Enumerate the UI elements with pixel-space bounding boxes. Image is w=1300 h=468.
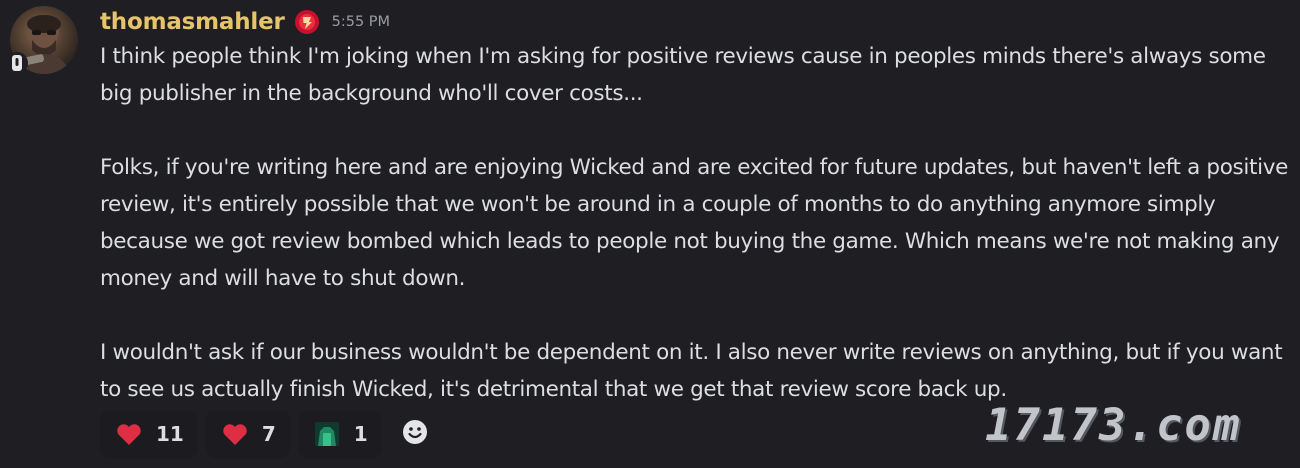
reaction-custom-emoji[interactable]: 1 bbox=[297, 410, 382, 458]
message-timestamp: 5:55 PM bbox=[331, 14, 391, 30]
chat-message: thomasmahler 5:55 PM I think people thin… bbox=[0, 0, 1300, 468]
username[interactable]: thomasmahler bbox=[100, 9, 285, 35]
site-watermark: 17173.com bbox=[985, 400, 1242, 451]
reaction-heart[interactable]: 11 bbox=[100, 410, 198, 458]
mobile-status-icon bbox=[6, 52, 28, 74]
reaction-count: 7 bbox=[261, 422, 276, 446]
reaction-count: 11 bbox=[156, 422, 184, 446]
message-paragraph: I think people think I'm joking when I'm… bbox=[100, 44, 1266, 106]
smiley-add-reaction-icon bbox=[401, 418, 429, 450]
message-content: I think people think I'm joking when I'm… bbox=[100, 38, 1290, 408]
red-heart-icon bbox=[220, 419, 250, 449]
message-paragraph: I wouldn't ask if our business wouldn't … bbox=[100, 340, 1283, 402]
reactions-bar: 11 7 1 bbox=[100, 408, 440, 460]
message-paragraph: Folks, if you're writing here and are en… bbox=[100, 155, 1288, 291]
red-badge-icon[interactable] bbox=[294, 9, 320, 35]
message-header: thomasmahler 5:55 PM bbox=[100, 4, 390, 40]
reaction-heart[interactable]: 7 bbox=[205, 410, 290, 458]
add-reaction-button[interactable] bbox=[390, 410, 440, 458]
reaction-count: 1 bbox=[353, 422, 368, 446]
green-custom-emoji-icon bbox=[312, 419, 342, 449]
red-heart-icon bbox=[114, 419, 144, 449]
avatar[interactable] bbox=[6, 6, 78, 74]
